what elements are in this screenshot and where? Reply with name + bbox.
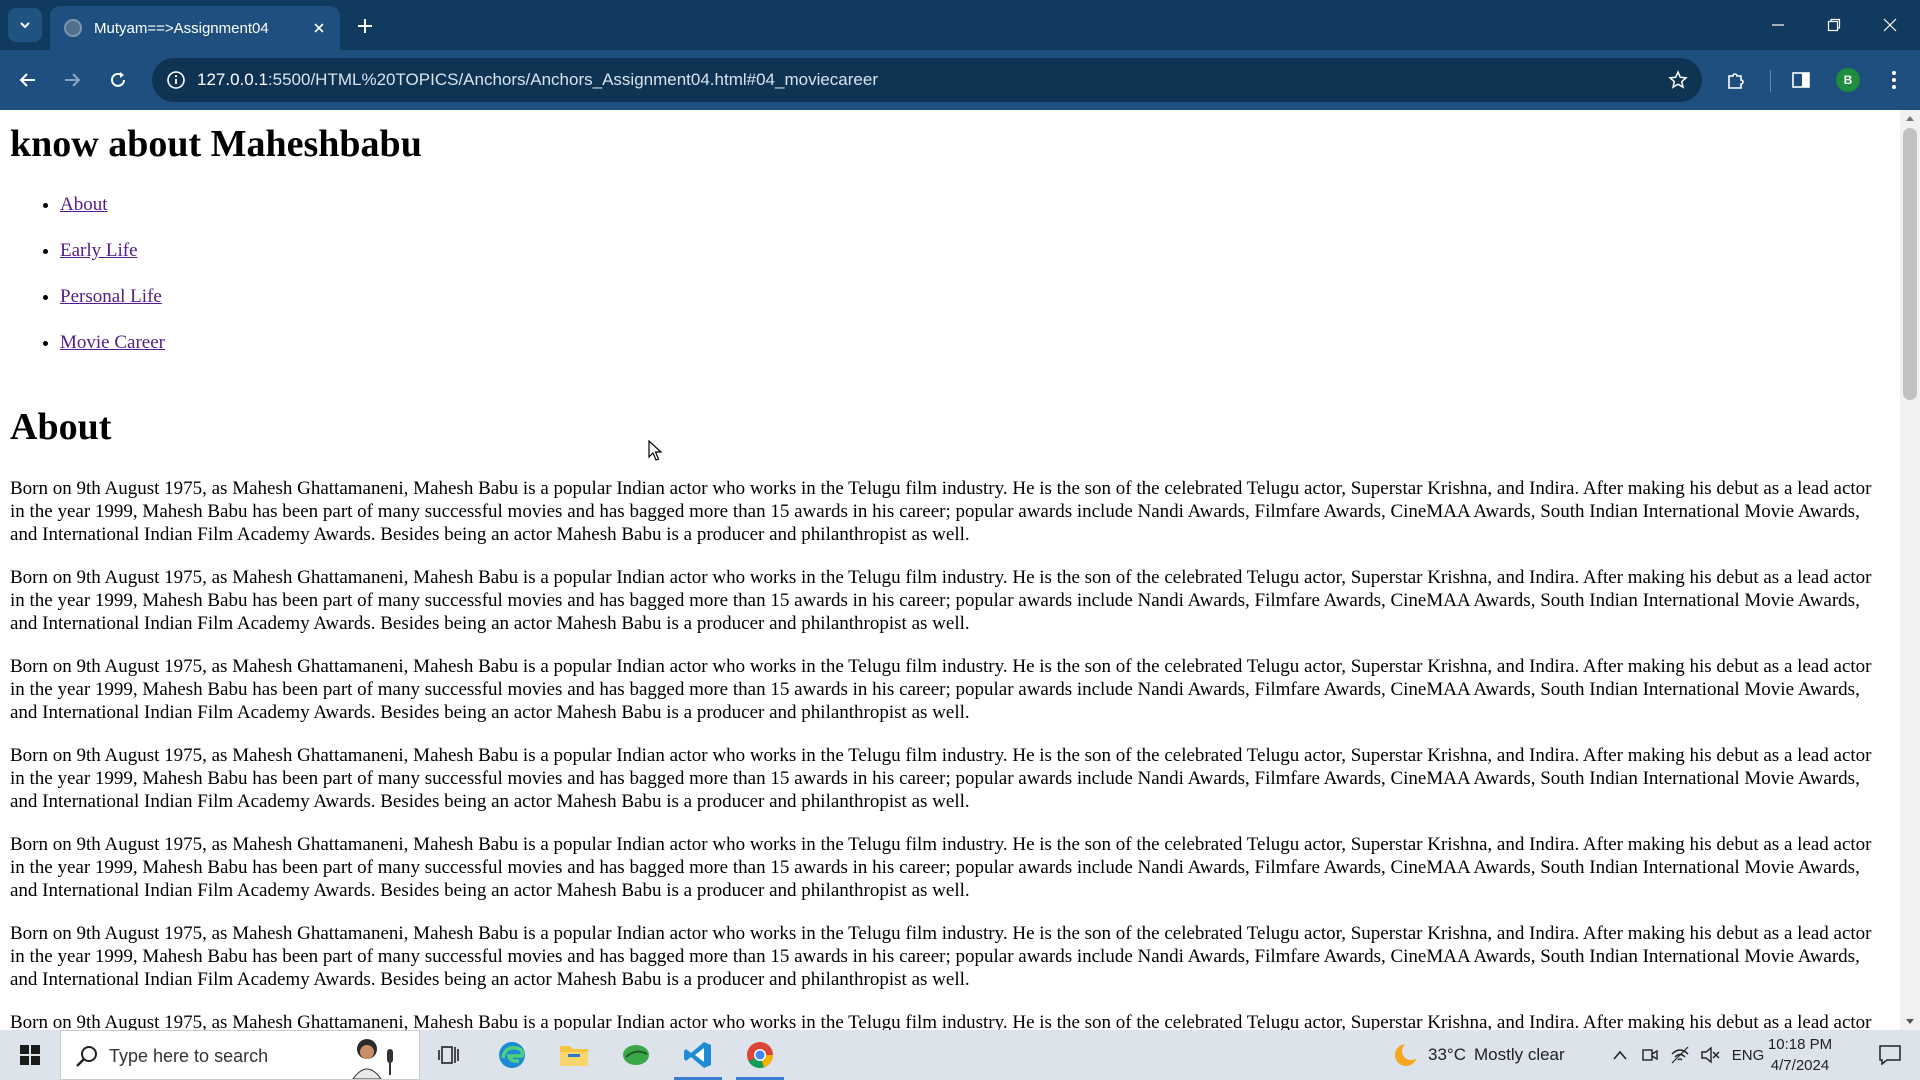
scroll-down-arrow-icon[interactable]	[1900, 1014, 1920, 1030]
nav-item-movie-career: Movie Career	[60, 332, 165, 378]
folder-icon	[560, 1046, 588, 1066]
vscode-app-button[interactable]	[668, 1030, 728, 1080]
file-explorer-button[interactable]	[544, 1030, 604, 1080]
clock-date: 4/7/2024	[1770, 1057, 1830, 1074]
browser-tabstrip: Mutyam==>Assignment04	[0, 0, 1920, 50]
browser-tab-active[interactable]: Mutyam==>Assignment04	[50, 6, 340, 50]
paragraph: Born on 9th August 1975, as Mahesh Ghatt…	[10, 1012, 1872, 1030]
url-host: 127.0.0.1	[197, 70, 268, 89]
paragraph: Born on 9th August 1975, as Mahesh Ghatt…	[10, 656, 1872, 723]
paragraph: Born on 9th August 1975, as Mahesh Ghatt…	[10, 745, 1872, 812]
star-icon[interactable]	[1666, 68, 1690, 92]
vscode-icon	[684, 1042, 711, 1068]
toolbar-separator	[1770, 70, 1771, 92]
reload-icon	[111, 72, 125, 87]
kebab-menu-icon[interactable]	[1878, 64, 1910, 96]
app-button[interactable]	[606, 1030, 666, 1080]
section-title-about: About	[10, 406, 112, 448]
paragraph: Born on 9th August 1975, as Mahesh Ghatt…	[10, 923, 1872, 990]
browser-toolbar: 127.0.0.1:5500/HTML%20TOPICS/Anchors/Anc…	[0, 50, 1920, 110]
early-life-link[interactable]: Early Life	[60, 240, 138, 261]
edge-browser-icon	[499, 1042, 525, 1068]
tab-search-button[interactable]	[8, 8, 42, 42]
url-path: :5500/HTML%20TOPICS/Anchors/Anchors_Assi…	[267, 70, 878, 89]
taskbar-search-box[interactable]: Type here to search	[60, 1030, 420, 1080]
show-hidden-icons-button[interactable]	[1606, 1030, 1634, 1080]
address-bar[interactable]: 127.0.0.1:5500/HTML%20TOPICS/Anchors/Anc…	[152, 58, 1702, 102]
restore-icon	[1827, 18, 1841, 32]
speaker-muted-icon	[1701, 1046, 1720, 1064]
leaf-app-icon	[623, 1045, 649, 1065]
about-link[interactable]: About	[60, 194, 108, 215]
paragraph: Born on 9th August 1975, as Mahesh Ghatt…	[10, 567, 1872, 634]
new-tab-button[interactable]	[350, 11, 380, 41]
personal-life-link[interactable]: Personal Life	[60, 286, 162, 307]
page-scrollbar[interactable]	[1900, 110, 1920, 1030]
nav-item-personal-life: Personal Life	[60, 286, 165, 332]
paragraph: Born on 9th August 1975, as Mahesh Ghatt…	[10, 834, 1872, 901]
globe-icon	[64, 19, 82, 37]
chevron-down-icon	[20, 22, 30, 29]
tab-close-button[interactable]	[308, 17, 330, 39]
weather-widget[interactable]: 33°C Mostly clear	[1392, 1030, 1565, 1080]
tab-title: Mutyam==>Assignment04	[94, 19, 269, 37]
edge-app-button[interactable]	[482, 1030, 542, 1080]
plus-icon	[358, 19, 372, 33]
restore-button[interactable]	[1806, 0, 1862, 50]
forward-button[interactable]	[54, 62, 90, 98]
scrollbar-thumb[interactable]	[1903, 128, 1917, 400]
chrome-browser-icon	[747, 1042, 774, 1069]
nav-item-about: About	[60, 194, 165, 240]
arrow-right-icon	[65, 73, 81, 87]
wifi-icon	[1671, 1046, 1689, 1064]
arrow-left-icon	[19, 73, 35, 87]
windows-taskbar: Type here to search 33°C Mostly clear EN…	[0, 1030, 1920, 1080]
chrome-app-button[interactable]	[730, 1030, 790, 1080]
close-icon	[1883, 18, 1897, 32]
paragraph: Born on 9th August 1975, as Mahesh Ghatt…	[10, 478, 1872, 545]
search-placeholder: Type here to search	[109, 1046, 269, 1066]
page-title: know about Maheshbabu	[10, 123, 422, 165]
notification-center-button[interactable]	[1860, 1030, 1920, 1080]
nav-item-early-life: Early Life	[60, 240, 165, 286]
windows-logo-icon	[20, 1045, 40, 1065]
volume-button[interactable]	[1696, 1030, 1724, 1080]
close-icon	[314, 23, 324, 33]
task-view-icon	[438, 1046, 459, 1064]
side-panel-icon[interactable]	[1785, 64, 1817, 96]
notification-icon	[1879, 1045, 1901, 1065]
url-text[interactable]: 127.0.0.1:5500/HTML%20TOPICS/Anchors/Anc…	[197, 70, 878, 90]
reload-button[interactable]	[100, 62, 136, 98]
search-highlight-illustration-icon	[352, 1039, 393, 1079]
page-viewport: know about Maheshbabu About Early Life P…	[0, 110, 1900, 1030]
profile-avatar[interactable]: B	[1836, 68, 1860, 92]
back-button[interactable]	[10, 62, 46, 98]
taskbar-clock[interactable]: 10:18 PM 4/7/2024	[1760, 1034, 1840, 1076]
task-view-button[interactable]	[420, 1030, 480, 1080]
clock-time: 10:18 PM	[1767, 1036, 1833, 1053]
section-nav-list: About Early Life Personal Life Movie Car…	[60, 194, 165, 378]
movie-career-link[interactable]: Movie Career	[60, 332, 165, 353]
weather-temperature: 33°C	[1428, 1045, 1466, 1064]
info-icon[interactable]	[164, 68, 188, 92]
about-paragraphs: Born on 9th August 1975, as Mahesh Ghatt…	[10, 477, 1890, 1030]
meet-now-button[interactable]	[1636, 1030, 1664, 1080]
start-button[interactable]	[0, 1030, 60, 1080]
chevron-up-icon	[1613, 1050, 1627, 1060]
network-button[interactable]	[1666, 1030, 1694, 1080]
search-icon	[76, 1046, 97, 1067]
scroll-up-arrow-icon[interactable]	[1900, 110, 1920, 126]
minimize-icon	[1772, 24, 1784, 26]
mouse-cursor-icon	[648, 440, 662, 461]
camera-icon	[1642, 1049, 1658, 1061]
weather-description: Mostly clear	[1473, 1045, 1565, 1064]
minimize-button[interactable]	[1750, 0, 1806, 50]
moon-weather-icon	[1395, 1042, 1420, 1066]
puzzle-icon[interactable]	[1720, 64, 1752, 96]
close-window-button[interactable]	[1862, 0, 1918, 50]
